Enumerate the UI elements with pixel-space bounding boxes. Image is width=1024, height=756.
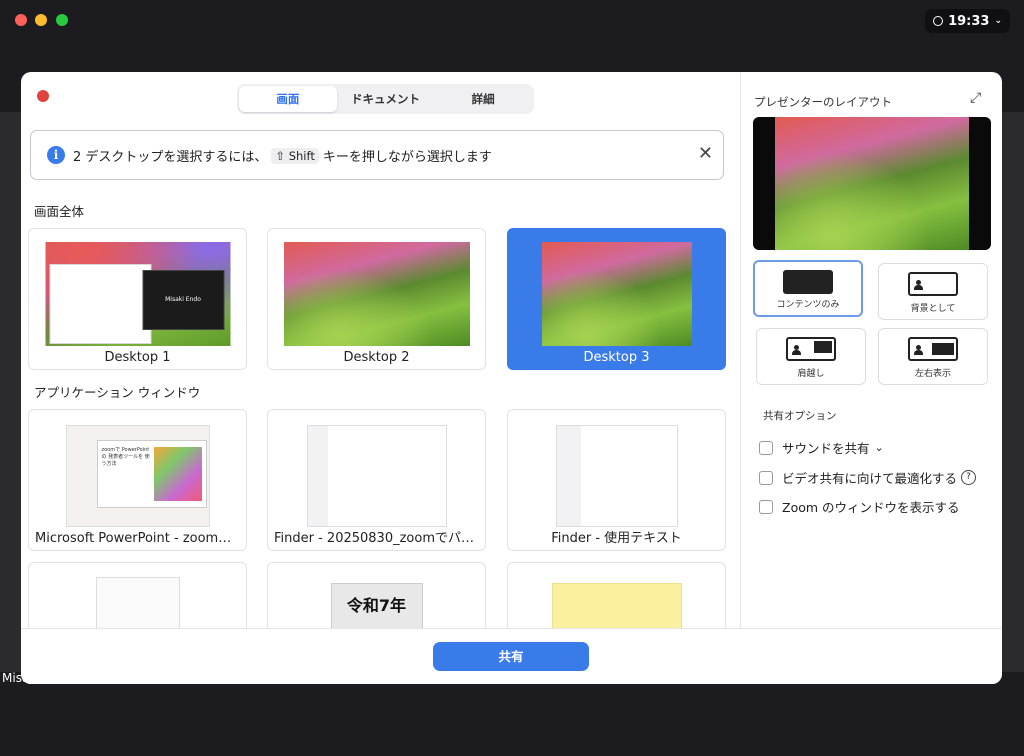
banner-text-before: 2 デスクトップを選択するには、 [73, 150, 268, 165]
layout-over-shoulder[interactable]: 肩越し [756, 328, 866, 385]
window-close-button[interactable] [15, 14, 27, 26]
bottom-bar [0, 684, 1024, 756]
app-card-window-4[interactable] [28, 562, 247, 631]
window-zoom-button[interactable] [56, 14, 68, 26]
option-show-zoom-windows[interactable]: Zoom のウィンドウを表示する [759, 497, 960, 516]
screen-card-desktop-2[interactable]: Desktop 2 [267, 228, 486, 370]
section-title-apps: アプリケーション ウィンドウ [34, 385, 201, 400]
layout-side-by-side[interactable]: 左右表示 [878, 328, 988, 385]
share-button[interactable]: 共有 [433, 642, 589, 671]
banner-text-after: キーを押しながら選択します [322, 150, 492, 165]
background-window [1002, 112, 1024, 672]
finder-sidebar [556, 426, 581, 526]
finder-2-thumbnail [555, 425, 678, 527]
chevron-down-icon[interactable]: ⌄ [875, 441, 884, 454]
window-5-thumbnail: 令和7年 [330, 583, 423, 629]
layout-label: 左右表示 [914, 369, 951, 379]
checkbox[interactable] [759, 499, 773, 514]
person-icon [914, 280, 923, 290]
ppt-window-thumbnail [49, 264, 151, 344]
slide-preview: zoomで PowerPointの 発表者ツールを 使う方法 [96, 440, 207, 508]
app-card-label: Finder - 使用テキスト [551, 531, 682, 546]
app-card-powerpoint[interactable]: zoomで PowerPointの 発表者ツールを 使う方法 Microsoft… [28, 409, 247, 551]
app-card-window-5[interactable]: 令和7年 [267, 562, 486, 629]
layout-as-background[interactable]: 背景として [878, 263, 988, 320]
desktop-2-thumbnail [283, 242, 470, 346]
checkbox[interactable] [759, 470, 773, 485]
screen-card-label: Desktop 3 [583, 350, 650, 365]
powerpoint-thumbnail: zoomで PowerPointの 発表者ツールを 使う方法 [65, 425, 210, 527]
app-card-label: Microsoft PowerPoint - zoomで… [35, 531, 245, 546]
app-card-window-6[interactable] [507, 562, 726, 631]
slide-image [153, 447, 202, 501]
screen-card-desktop-3[interactable]: Desktop 3 [507, 228, 726, 370]
presenter-layout-title: プレゼンターのレイアウト [754, 95, 892, 109]
clock-icon [933, 16, 944, 26]
desktop-1-thumbnail: Misaki Endo [45, 242, 230, 346]
screen-card-desktop-1[interactable]: Misaki Endo Desktop 1 [28, 228, 247, 370]
chevron-down-icon: ⌄ [994, 16, 1002, 26]
window-minimize-button[interactable] [35, 14, 47, 26]
shift-key-badge: ⇧ Shift [271, 147, 319, 164]
finder-1-thumbnail [306, 425, 447, 527]
layout-content-only[interactable]: コンテンツのみ [753, 260, 863, 317]
video-window-thumbnail: Misaki Endo [142, 270, 224, 330]
help-icon[interactable]: ? [961, 470, 977, 485]
screen-card-label: Desktop 1 [104, 350, 171, 365]
clock-time: 19:33 [948, 13, 990, 29]
preview-wallpaper [775, 117, 969, 250]
share-screen-dialog: 画面 ドキュメント 詳細 i 2 デスクトップを選択するには、 ⇧ Shift … [21, 72, 1002, 684]
content-block [932, 343, 954, 355]
banner-close-icon[interactable]: ✕ [698, 144, 713, 164]
share-options-title: 共有オプション [763, 410, 837, 422]
layout-label: コンテンツのみ [776, 300, 840, 310]
tab-screen[interactable]: 画面 [239, 86, 337, 112]
screen-icon [786, 337, 836, 361]
expand-icon[interactable]: ⤢ [970, 90, 981, 106]
panel-divider [740, 72, 741, 628]
clock-menu[interactable]: 19:33 ⌄ [925, 9, 1010, 33]
dialog-footer: 共有 [21, 628, 1002, 684]
layout-label: 肩越し [797, 369, 825, 379]
person-icon [792, 345, 801, 355]
screen-icon [783, 270, 833, 294]
info-icon: i [47, 146, 65, 164]
window-6-thumbnail [551, 583, 682, 631]
dialog-close-button[interactable] [37, 90, 49, 102]
tab-document[interactable]: ドキュメント [337, 86, 435, 112]
layout-label: 背景として [910, 304, 956, 314]
option-label: サウンドを共有 [782, 441, 870, 456]
app-card-label: Finder - 20250830_zoomでパワポ [274, 531, 485, 546]
screen-icon [908, 337, 958, 361]
option-optimize-video[interactable]: ビデオ共有に向けて最適化する ? [759, 468, 977, 487]
content-block [814, 341, 832, 353]
info-banner: i 2 デスクトップを選択するには、 ⇧ Shift キーを押しながら選択します… [30, 130, 724, 180]
person-icon [914, 345, 923, 355]
background-window [0, 112, 22, 672]
banner-text: 2 デスクトップを選択するには、 ⇧ Shift キーを押しながら選択します [73, 146, 492, 165]
screen-icon [908, 272, 958, 296]
app-card-finder-1[interactable]: Finder - 20250830_zoomでパワポ [267, 409, 486, 551]
window-4-thumbnail [95, 577, 180, 631]
tab-bar: 画面 ドキュメント 詳細 [237, 84, 534, 114]
option-share-sound[interactable]: サウンドを共有 ⌄ [759, 438, 884, 457]
section-title-screens: 画面全体 [34, 204, 85, 219]
tab-advanced[interactable]: 詳細 [434, 86, 532, 112]
finder-sidebar [307, 426, 328, 526]
desktop-3-thumbnail [541, 242, 692, 346]
option-label: Zoom のウィンドウを表示する [782, 500, 960, 515]
screen-card-label: Desktop 2 [343, 350, 410, 365]
layout-preview [753, 117, 991, 250]
checkbox[interactable] [759, 440, 773, 455]
app-card-finder-2[interactable]: Finder - 使用テキスト [507, 409, 726, 551]
option-label: ビデオ共有に向けて最適化する [782, 471, 958, 486]
window-titlebar: 19:33 ⌄ [0, 0, 1024, 72]
slide-text: zoomで PowerPointの 発表者ツールを 使う方法 [101, 447, 150, 467]
